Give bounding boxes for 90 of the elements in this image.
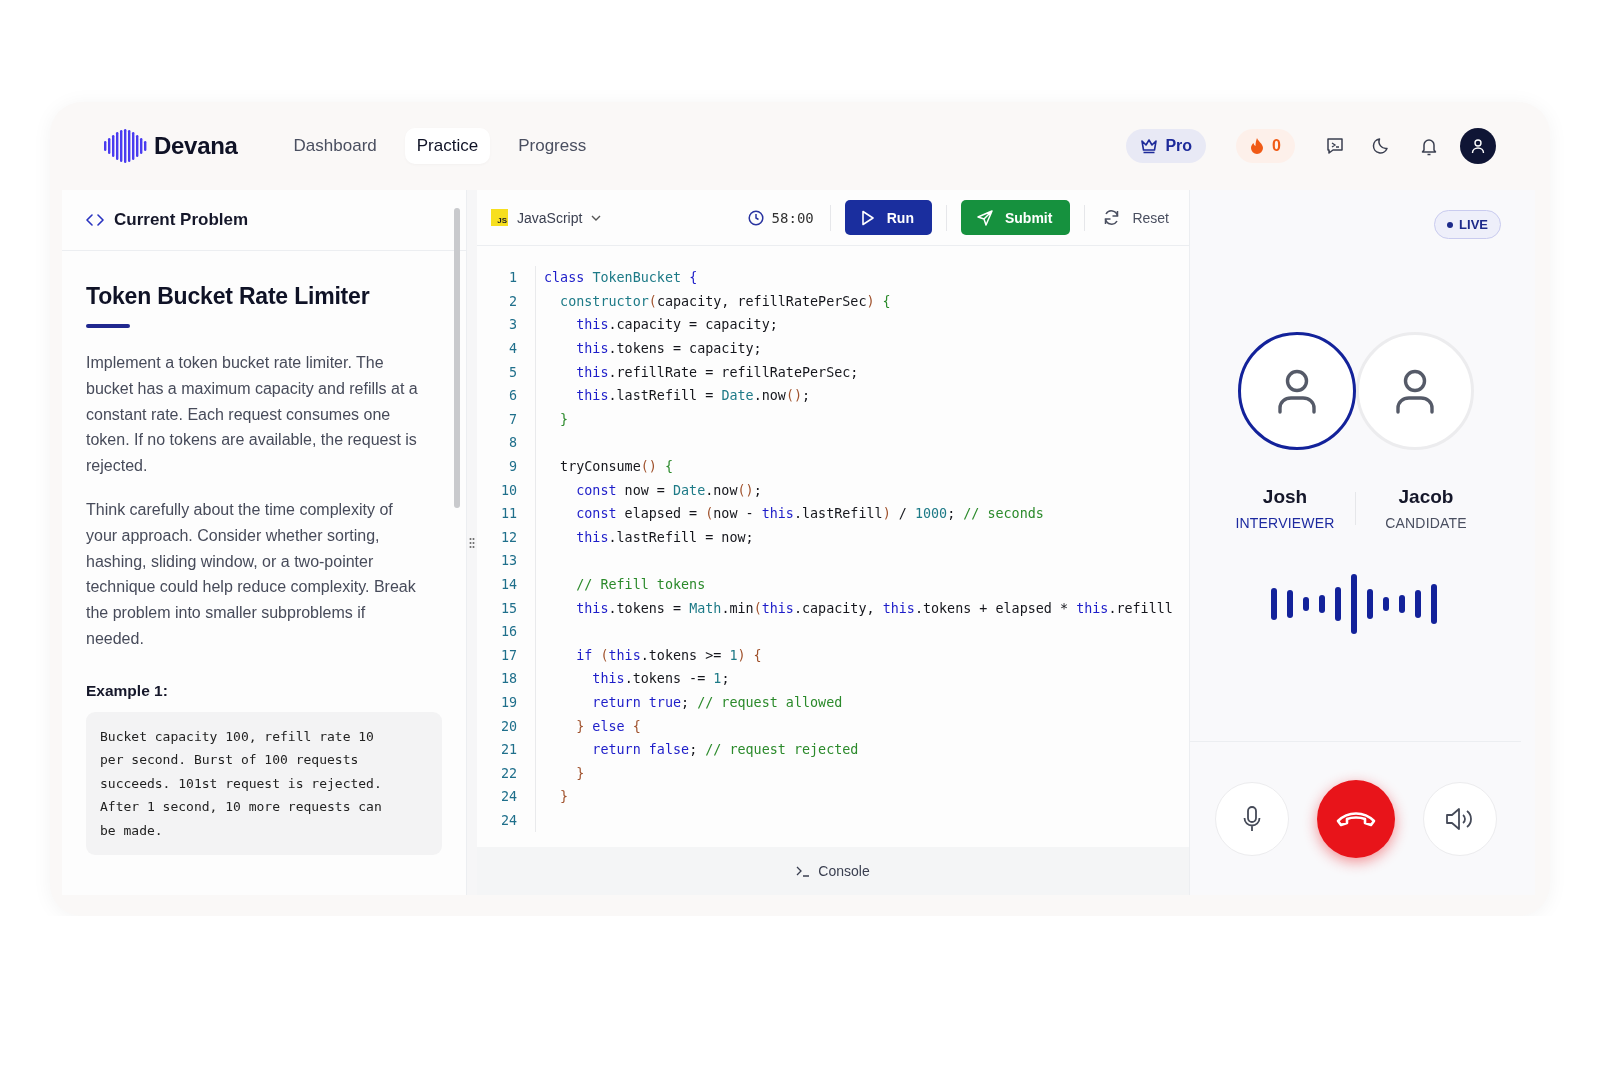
drag-handle-icon (469, 536, 475, 549)
code-line: this.tokens = Math.min(this.capacity, this.tokens + elapsed * this.refilll (575, 600, 1173, 616)
play-icon (860, 209, 875, 226)
code-line: } else { (575, 718, 641, 734)
code-line: this.refillRate = refillRatePerSec; (575, 364, 859, 380)
line-number: 4 (507, 341, 517, 357)
line-number: 1 (507, 270, 517, 286)
refresh-icon (1103, 209, 1121, 226)
pro-badge[interactable]: Pro (1126, 129, 1207, 163)
participant-name: Josh (1262, 486, 1308, 508)
line-number: 20 (499, 718, 517, 734)
send-icon (976, 209, 993, 226)
line-number: 15 (499, 600, 517, 616)
code-line: if (this.tokens >= 1) { (575, 647, 762, 663)
example-code: Bucket capacity 100, refill rate 10 per second. Burst of 100 requests succeeds. 101st request is rejected. After 1 second, 10 more requests can be made. (86, 711, 442, 856)
participant-role: CANDIDATE (1385, 515, 1467, 531)
run-button[interactable]: Run (844, 200, 932, 235)
line-number: 14 (499, 577, 517, 592)
problem-title: Token Bucket Rate Limiter (86, 283, 370, 310)
language-dropdown[interactable]: JS JavaScript (491, 209, 602, 226)
user-icon (1275, 368, 1318, 414)
line-number: 24 (499, 812, 517, 828)
console-toggle[interactable]: Console (477, 847, 1189, 895)
line-number: 9 (507, 459, 517, 475)
chevron-down-icon (591, 214, 602, 221)
code-line: return true; // request allowed (591, 695, 843, 710)
nav-tab[interactable]: Dashboard (281, 128, 389, 164)
microphone-icon (1242, 805, 1261, 832)
code-line: } (559, 411, 569, 427)
line-number: 7 (507, 411, 517, 427)
problem-description: Think carefully about the time complexity of your approach. Consider whether sorting, hashing, sliding window, or a two-pointer technique could help reduce complexity. Break the problem into smaller subproblems if needed. (86, 500, 417, 649)
reset-button[interactable]: Reset (1085, 200, 1169, 235)
code-line: this.lastRefill = Date.now(); (575, 388, 811, 404)
nav-tab[interactable]: Progress (506, 128, 599, 164)
speaker-icon (1444, 806, 1475, 831)
example-label: Example 1: (86, 681, 168, 700)
clock-icon (747, 209, 764, 226)
line-number: 16 (499, 624, 517, 640)
code-line: } (559, 789, 569, 805)
logo-icon (104, 129, 148, 163)
line-number: 22 (499, 765, 517, 781)
line-number: 21 (499, 742, 517, 758)
line-number: 19 (499, 695, 517, 710)
code-line: this.lastRefill = now; (575, 529, 754, 545)
code-line: this.tokens -= 1; (591, 671, 730, 687)
code-line: const elapsed = (now - this.lastRefill) / 1000; // seconds (575, 506, 1044, 522)
user-icon (1393, 368, 1436, 414)
line-number: 13 (499, 553, 517, 569)
code-line: return false; // request rejected (591, 742, 859, 758)
code-line: tryConsume() { (559, 459, 673, 475)
problem-description: Implement a token bucket rate limiter. The bucket has a maximum capacity and refills at a constant rate. Each request consumes one token. If no tokens are available, the request is rejected. (86, 353, 419, 477)
line-number: 18 (499, 671, 517, 687)
timer-text: 58:00 (771, 209, 814, 226)
code-line: this.tokens = capacity; (575, 341, 762, 357)
line-number: 5 (507, 364, 517, 380)
phone-icon (1335, 809, 1376, 828)
line-number: 3 (507, 317, 517, 333)
code-line: this.capacity = capacity; (575, 317, 778, 333)
crown-icon (1140, 138, 1159, 154)
streak-badge: 0 (1236, 129, 1295, 163)
submit-button[interactable]: Submit (960, 200, 1071, 235)
participant-role: INTERVIEWER (1235, 515, 1335, 531)
scrollbar[interactable] (454, 208, 460, 508)
end-call-button[interactable] (1316, 779, 1395, 858)
logo-text: Devana (154, 132, 238, 160)
code-line: // Refill tokens (575, 577, 706, 592)
line-number: 8 (507, 435, 517, 451)
line-number: 12 (499, 529, 517, 545)
participant-name: Jacob (1398, 486, 1454, 508)
terminal-icon (796, 865, 811, 877)
flame-icon (1250, 137, 1265, 155)
chat-icon (1324, 135, 1346, 157)
language-logo: JS (491, 209, 508, 226)
line-number: 2 (507, 293, 517, 309)
line-number: 17 (499, 647, 517, 663)
user-icon (1470, 138, 1486, 154)
line-number: 11 (499, 506, 517, 522)
line-number: 10 (499, 482, 517, 498)
line-number: 24 (499, 789, 517, 805)
live-badge: LIVE (1434, 210, 1501, 239)
panel-title: Current Problem (114, 210, 249, 230)
title-underline (86, 324, 130, 328)
line-number: 6 (507, 388, 517, 404)
code-line: const now = Date.now(); (575, 482, 762, 498)
nav-tab[interactable]: Practice (404, 128, 491, 164)
code-line: } (575, 765, 585, 781)
code-line: class TokenBucket { (544, 270, 698, 286)
code-line: constructor(capacity, refillRatePerSec) { (559, 293, 891, 309)
profile-button[interactable] (1460, 128, 1496, 164)
code-icon (86, 213, 104, 227)
